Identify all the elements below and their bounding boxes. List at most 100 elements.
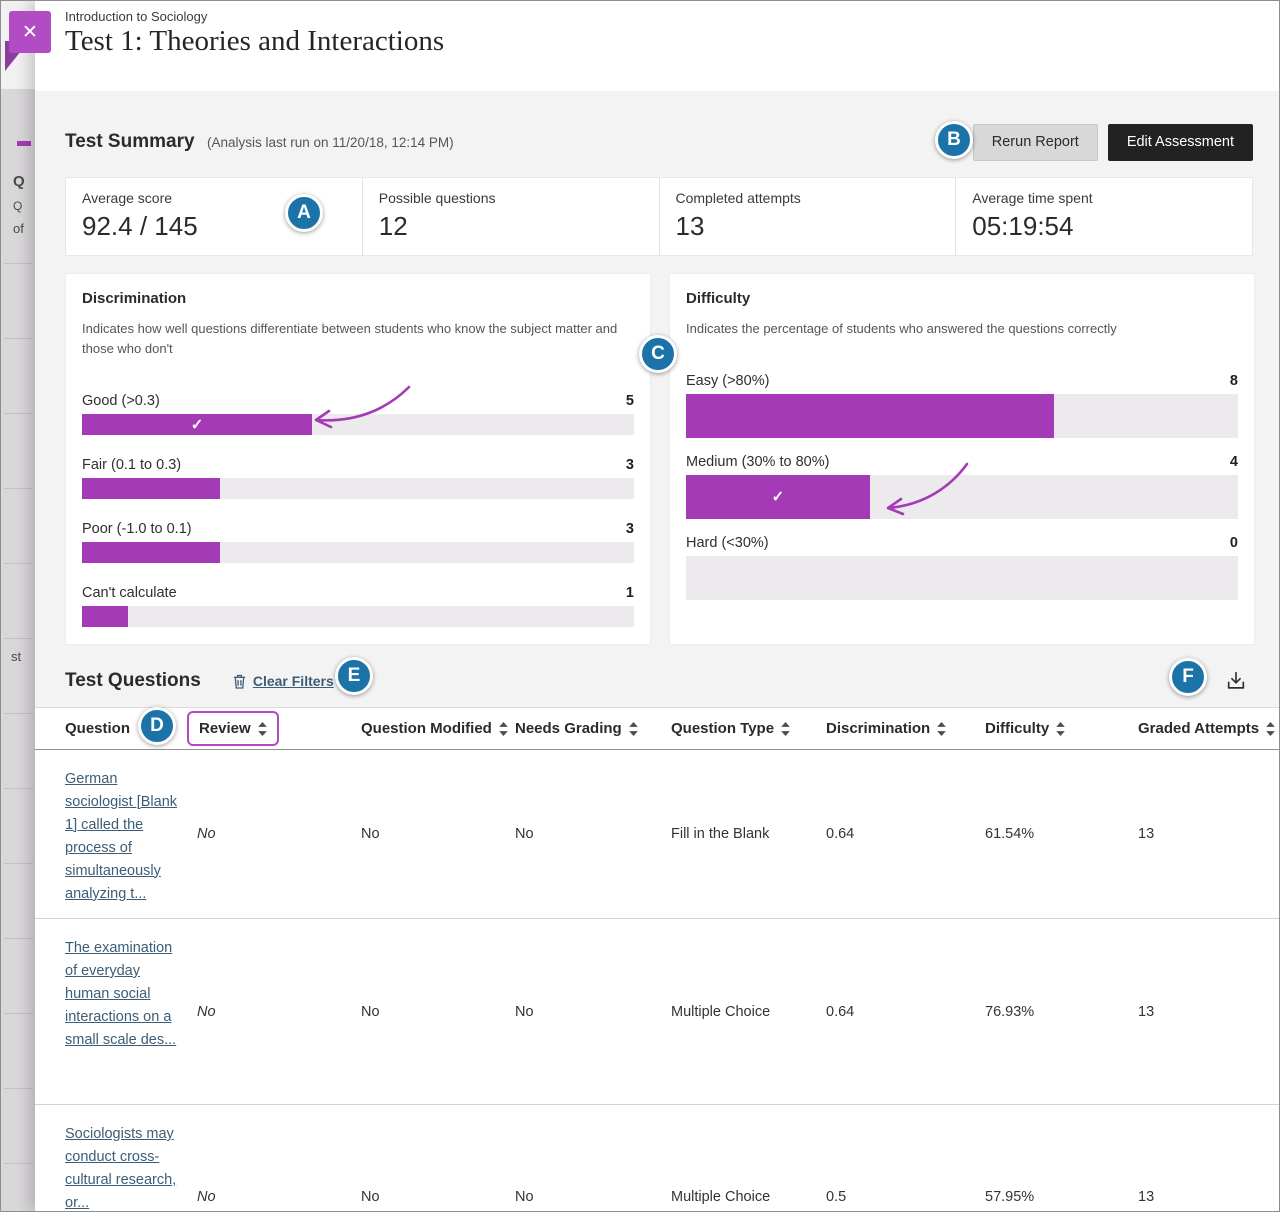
column-header-discrimination[interactable]: Discrimination <box>826 720 985 737</box>
stat-label: Completed attempts <box>676 190 956 206</box>
sort-icon[interactable] <box>937 722 946 736</box>
sort-icon[interactable] <box>499 722 508 736</box>
stat-label: Average time spent <box>972 190 1252 206</box>
divider <box>4 413 33 414</box>
difficulty-cell: 76.93% <box>985 1004 1138 1020</box>
sort-icon[interactable] <box>258 722 267 736</box>
review-highlight-box: Review <box>187 711 279 746</box>
trash-icon <box>233 674 246 689</box>
bar-fill <box>82 542 220 563</box>
bar-fill: ✓ <box>686 475 870 519</box>
breadcrumb-course: Introduction to Sociology <box>65 9 207 24</box>
column-header-question-type[interactable]: Question Type <box>671 720 826 737</box>
question-link[interactable]: Sociologists may conduct cross-cultural … <box>65 1126 176 1211</box>
stat-value: 13 <box>676 211 956 242</box>
rerun-report-button[interactable]: Rerun Report <box>973 124 1098 161</box>
graded-attempts-cell: 13 <box>1138 1189 1279 1205</box>
test-summary-heading-group: Test Summary (Analysis last run on 11/20… <box>65 131 454 153</box>
column-header-review[interactable]: Review <box>197 711 361 746</box>
question-type-cell: Multiple Choice <box>671 1004 826 1020</box>
question-link[interactable]: German sociologist [Blank 1] called the … <box>65 771 177 902</box>
bar-hard: Hard (<30%) 0 <box>686 535 1238 600</box>
test-summary-heading: Test Summary <box>65 131 195 152</box>
bar-label: Fair (0.1 to 0.3) <box>82 457 181 473</box>
bar-label: Poor (-1.0 to 0.1) <box>82 521 192 537</box>
bar-track <box>82 606 634 627</box>
divider <box>4 263 33 264</box>
column-header-needs-grading[interactable]: Needs Grading <box>515 720 671 737</box>
bar-fair: Fair (0.1 to 0.3) 3 <box>82 457 634 499</box>
bar-track: ✓ <box>82 414 634 435</box>
test-analysis-modal: Introduction to Sociology Test 1: Theori… <box>35 1 1279 1211</box>
discrimination-description: Indicates how well questions differentia… <box>82 319 630 359</box>
question-cell: The examination of everyday human social… <box>65 919 185 1052</box>
test-questions-heading: Test Questions <box>65 670 201 692</box>
table-row: The examination of everyday human social… <box>35 919 1279 1105</box>
difficulty-description: Indicates the percentage of students who… <box>686 319 1234 339</box>
close-button[interactable]: ✕ <box>9 11 51 53</box>
stat-value: 12 <box>379 211 659 242</box>
test-analysis-page: Q Q of st Introduction to Sociology Test… <box>0 0 1280 1212</box>
sort-icon[interactable] <box>781 722 790 736</box>
annotation-badge-a: A <box>285 194 323 232</box>
stat-possible-questions: Possible questions 12 <box>362 178 659 255</box>
bar-track <box>686 556 1238 600</box>
bar-fill: ✓ <box>82 414 312 435</box>
column-header-question-modified[interactable]: Question Modified <box>361 720 515 737</box>
divider <box>4 563 33 564</box>
divider <box>4 788 33 789</box>
question-type-cell: Multiple Choice <box>671 1189 826 1205</box>
question-modified-cell: No <box>361 826 515 842</box>
sort-icon[interactable] <box>1056 722 1065 736</box>
bar-value: 0 <box>1230 535 1238 551</box>
question-cell: Sociologists may conduct cross-cultural … <box>65 1105 185 1212</box>
column-header-question[interactable]: Question <box>65 720 197 737</box>
divider <box>4 1013 33 1014</box>
table-row: German sociologist [Blank 1] called the … <box>35 750 1279 919</box>
download-icon <box>1225 668 1247 694</box>
bar-value: 8 <box>1230 373 1238 389</box>
needs-grading-cell: No <box>515 1189 671 1205</box>
stat-average-time: Average time spent 05:19:54 <box>955 178 1252 255</box>
sort-icon[interactable] <box>1266 722 1275 736</box>
sort-icon[interactable] <box>629 722 638 736</box>
divider <box>4 713 33 714</box>
annotation-badge-f: F <box>1169 658 1207 696</box>
stat-completed-attempts: Completed attempts 13 <box>659 178 956 255</box>
bar-medium: Medium (30% to 80%) 4 ✓ <box>686 454 1238 519</box>
bar-label: Can't calculate <box>82 585 177 601</box>
clear-filters-label: Clear Filters <box>253 673 334 689</box>
bar-track <box>82 478 634 499</box>
discrimination-cell: 0.64 <box>826 826 985 842</box>
question-type-cell: Fill in the Blank <box>671 826 826 842</box>
divider <box>4 338 33 339</box>
clear-filters-link[interactable]: Clear Filters <box>233 673 334 689</box>
needs-grading-cell: No <box>515 1004 671 1020</box>
download-report-button[interactable] <box>1219 664 1253 698</box>
column-header-difficulty[interactable]: Difficulty <box>985 720 1138 737</box>
edit-assessment-button[interactable]: Edit Assessment <box>1108 124 1253 161</box>
summary-actions: Rerun Report Edit Assessment <box>973 124 1253 161</box>
test-questions-table: Question Review Question Modified Needs … <box>35 707 1279 1211</box>
discrimination-title: Discrimination <box>82 290 634 307</box>
divider <box>4 488 33 489</box>
test-summary-header: Test Summary (Analysis last run on 11/20… <box>65 123 1253 161</box>
bar-fill <box>82 606 128 627</box>
bar-value: 3 <box>626 521 634 537</box>
bar-value: 4 <box>1230 454 1238 470</box>
difficulty-cell: 57.95% <box>985 1189 1138 1205</box>
question-modified-cell: No <box>361 1004 515 1020</box>
bar-value: 1 <box>626 585 634 601</box>
bar-label: Easy (>80%) <box>686 373 769 389</box>
analysis-timestamp: (Analysis last run on 11/20/18, 12:14 PM… <box>207 135 454 150</box>
bar-label: Medium (30% to 80%) <box>686 454 829 470</box>
check-icon: ✓ <box>772 488 785 506</box>
discrimination-panel: Discrimination Indicates how well questi… <box>65 273 651 645</box>
graded-attempts-cell: 13 <box>1138 826 1279 842</box>
background-text-fragment: st <box>11 649 21 664</box>
question-link[interactable]: The examination of everyday human social… <box>65 940 176 1048</box>
difficulty-panel: Difficulty Indicates the percentage of s… <box>669 273 1255 645</box>
bar-label: Good (>0.3) <box>82 393 160 409</box>
column-header-graded-attempts[interactable]: Graded Attempts <box>1138 720 1279 737</box>
discrimination-cell: 0.5 <box>826 1189 985 1205</box>
